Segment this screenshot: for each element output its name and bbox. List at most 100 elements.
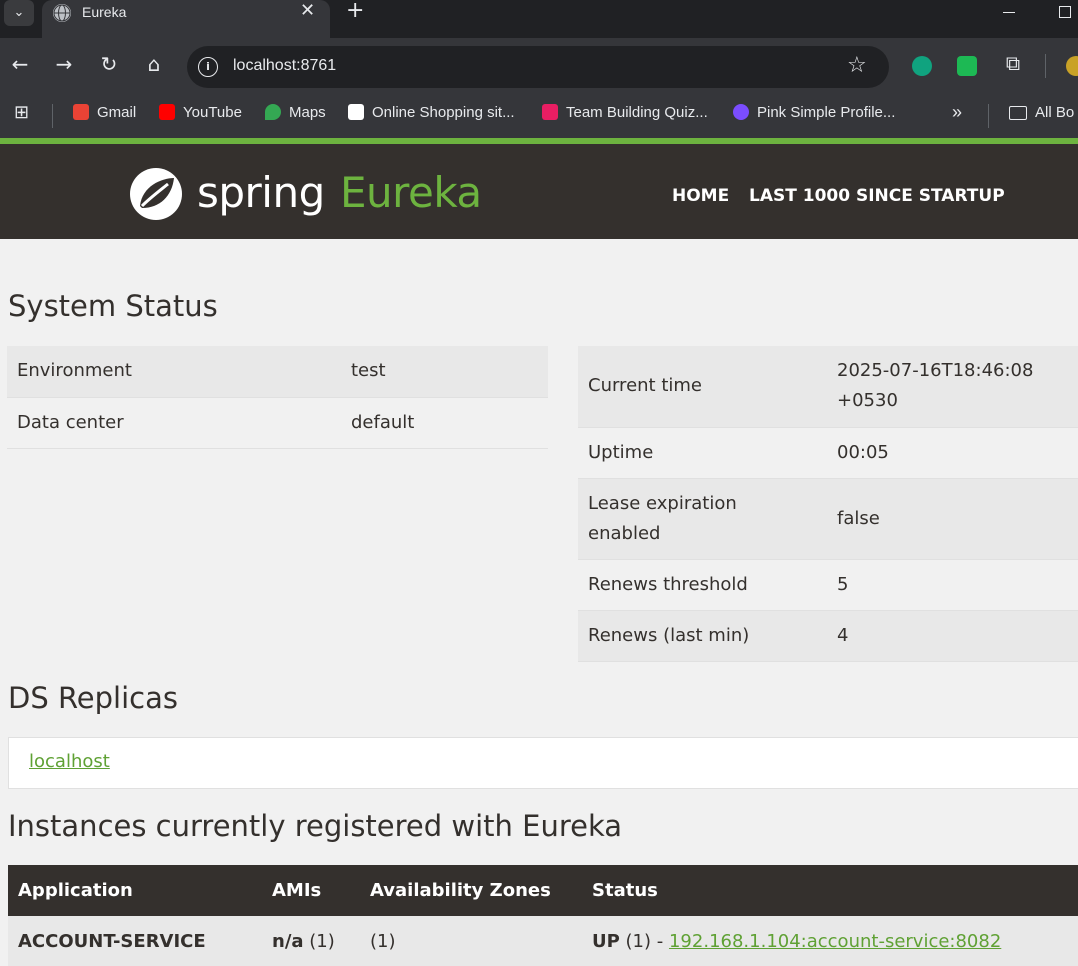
status-up: UP — [592, 930, 620, 952]
system-status-left-table: Environment test Data center default — [7, 346, 548, 449]
instances-table: Application AMIs Availability Zones Stat… — [8, 865, 1078, 966]
bookmarks-bar: ⊞ Gmail YouTube Maps Online Shopping sit… — [0, 94, 1078, 138]
status-value: 5 — [837, 573, 849, 595]
instance-link[interactable]: 192.168.1.104:account-service:8082 — [669, 931, 1001, 952]
status-key: Renews threshold — [588, 573, 748, 595]
column-header-status: Status — [582, 865, 1078, 916]
profile-avatar[interactable] — [1066, 56, 1078, 76]
bookmark-amazon[interactable]: Online Shopping sit... — [348, 104, 515, 121]
status-key: Lease expiration enabled — [578, 478, 827, 559]
nav-last-1000-link[interactable]: LAST 1000 SINCE STARTUP — [749, 186, 1005, 206]
status-key: Environment — [7, 346, 341, 397]
brand-spring: spring — [197, 168, 325, 217]
table-row: Current time 2025-07-16T18:46:08 +0530 — [578, 346, 1078, 427]
column-header-zones: Availability Zones — [360, 865, 582, 916]
amis-value: n/a — [272, 930, 304, 952]
bookmarks-overflow-chevron-icon[interactable]: » — [952, 102, 962, 123]
browser-tab-bar: ⌄ Eureka ✕ + — [0, 0, 1078, 38]
back-arrow-icon[interactable]: ← — [8, 52, 32, 76]
instances-heading: Instances currently registered with Eure… — [8, 809, 623, 843]
instance-zones: (1) — [360, 916, 582, 966]
status-value: 2025-07-16T18:46:08 +0530 — [827, 346, 1078, 427]
window-maximize-button[interactable] — [1059, 6, 1071, 18]
tab-search-chevron-icon[interactable]: ⌄ — [4, 0, 34, 26]
table-row: Renews threshold 5 — [578, 559, 1078, 610]
bookmark-team-quiz[interactable]: Team Building Quiz... — [542, 104, 708, 121]
media-extension-icon[interactable] — [957, 56, 977, 76]
canva-icon — [733, 104, 749, 120]
tab-title: Eureka — [82, 4, 127, 20]
nav-home-link[interactable]: HOME — [672, 186, 729, 206]
column-header-amis: AMIs — [262, 865, 360, 916]
bookmark-star-icon[interactable]: ☆ — [847, 53, 867, 78]
amis-count: (1) — [303, 930, 335, 952]
extensions-puzzle-icon[interactable]: ⧉ — [1001, 51, 1025, 75]
bookmark-gmail[interactable]: Gmail — [73, 104, 136, 121]
new-tab-button[interactable]: + — [346, 0, 364, 23]
ds-replicas-list: localhost — [8, 737, 1078, 789]
status-key: Current time — [578, 346, 827, 427]
address-url[interactable]: localhost:8761 — [233, 57, 336, 75]
bookmark-label: YouTube — [183, 104, 242, 121]
status-key: Renews (last min) — [578, 610, 827, 661]
bookmark-label: Online Shopping sit... — [372, 104, 515, 121]
ds-replicas-heading: DS Replicas — [8, 681, 178, 715]
status-value: test — [341, 346, 548, 397]
table-row: Renews (last min) 4 — [578, 610, 1078, 661]
reload-icon[interactable]: ↻ — [97, 52, 121, 76]
column-header-application: Application — [8, 865, 262, 916]
folder-icon — [1009, 106, 1027, 120]
table-row: Environment test — [7, 346, 548, 397]
instance-application: ACCOUNT-SERVICE — [8, 916, 262, 966]
spring-leaf-logo-icon — [130, 168, 182, 220]
site-info-icon[interactable]: i — [198, 57, 218, 77]
table-row: Uptime 00:05 — [578, 427, 1078, 478]
bookmark-pink-profile[interactable]: Pink Simple Profile... — [733, 104, 895, 121]
system-status-heading: System Status — [8, 289, 218, 323]
table-header-row: Application AMIs Availability Zones Stat… — [8, 865, 1078, 916]
apps-grid-icon[interactable]: ⊞ — [14, 102, 29, 123]
eureka-navbar: spring Eureka HOME LAST 1000 SINCE START… — [0, 138, 1078, 239]
system-status-right-table: Current time 2025-07-16T18:46:08 +0530 Up… — [578, 346, 1078, 662]
chatgpt-extension-icon[interactable] — [912, 56, 932, 76]
bookmark-label: All Bo — [1035, 104, 1075, 121]
status-value: default — [351, 411, 415, 433]
instance-amis: n/a (1) — [262, 916, 360, 966]
status-key: Data center — [17, 411, 124, 433]
bookmark-maps[interactable]: Maps — [265, 104, 326, 121]
table-row: Data center default — [7, 397, 548, 448]
bookmark-label: Maps — [289, 104, 326, 121]
amazon-icon — [348, 104, 364, 120]
brand-eureka: Eureka — [340, 168, 482, 217]
gmail-icon — [73, 104, 89, 120]
status-key: Uptime — [588, 441, 654, 463]
status-key-line: enabled — [588, 522, 661, 544]
table-row: Lease expiration enabled false — [578, 478, 1078, 559]
status-value-line: 2025-07-16T18:46:08 — [837, 360, 1034, 382]
replica-localhost-link[interactable]: localhost — [29, 751, 110, 772]
window-minimize-button[interactable] — [1003, 0, 1017, 20]
bookmarks-divider — [988, 104, 989, 128]
status-count: (1) - — [619, 930, 669, 952]
maps-icon — [265, 104, 281, 120]
address-bar[interactable]: i localhost:8761 ☆ — [187, 46, 889, 88]
instance-status: UP (1) - 192.168.1.104:account-service:8… — [582, 916, 1078, 966]
bookmark-youtube[interactable]: YouTube — [159, 104, 242, 121]
toolbar-divider — [1045, 54, 1046, 78]
youtube-icon — [159, 104, 175, 120]
table-row: ACCOUNT-SERVICE n/a (1) (1) UP (1) - 192… — [8, 916, 1078, 966]
bookmark-label: Pink Simple Profile... — [757, 104, 896, 121]
bookmarks-divider — [52, 104, 53, 128]
browser-toolbar: ← → ↻ ⌂ i localhost:8761 ☆ ⧉ — [0, 38, 1078, 94]
home-icon[interactable]: ⌂ — [142, 52, 166, 76]
bookmark-label: Team Building Quiz... — [566, 104, 708, 121]
status-value: false — [827, 478, 1078, 559]
status-value-line: +0530 — [837, 390, 898, 412]
all-bookmarks-folder[interactable]: All Bo — [1009, 104, 1074, 121]
forward-arrow-icon[interactable]: → — [52, 52, 76, 76]
bookmark-label: Gmail — [97, 104, 137, 121]
status-value: 4 — [827, 610, 1078, 661]
browser-tab-eureka[interactable]: Eureka ✕ — [42, 0, 330, 38]
status-key-line: Lease expiration — [588, 492, 737, 514]
tab-close-icon[interactable]: ✕ — [300, 0, 315, 21]
